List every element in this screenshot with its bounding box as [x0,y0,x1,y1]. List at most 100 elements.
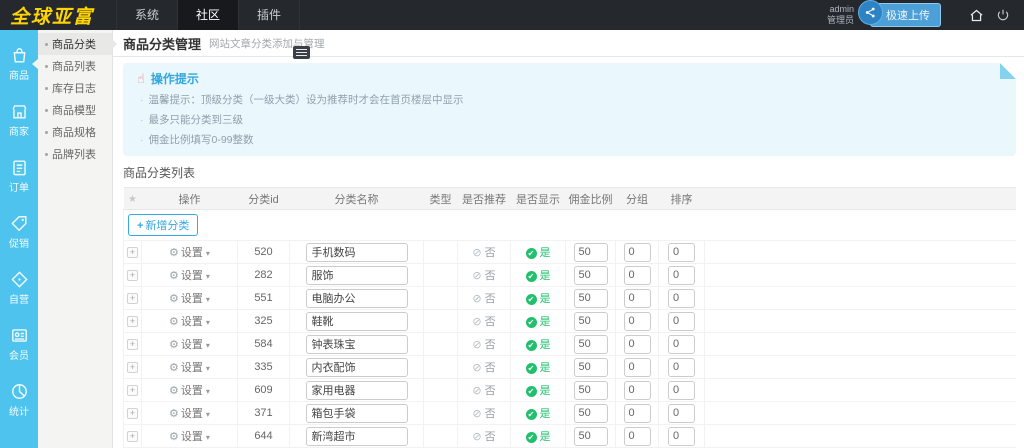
hand-icon: ☝ [137,70,145,86]
sort-input[interactable] [668,334,695,354]
category-name-input[interactable] [305,380,408,400]
settings-dropdown[interactable]: ⚙ 设置 ▾ [169,385,210,397]
commission-input[interactable] [573,426,608,446]
group-input[interactable] [623,357,651,377]
show-status[interactable]: ✔ 是 [510,309,566,333]
show-status[interactable]: ✔ 是 [510,424,566,448]
recommend-status[interactable]: ⊘ 否 [457,424,511,448]
group-input[interactable] [623,288,651,308]
sort-input[interactable] [668,288,695,308]
settings-dropdown[interactable]: ⚙ 设置 ▾ [169,293,210,305]
category-name-input[interactable] [305,242,408,262]
commission-input[interactable] [573,242,608,262]
recommend-status[interactable]: ⊘ 否 [457,286,511,310]
bullet: · [140,114,144,126]
expand-icon[interactable]: + [127,362,138,373]
sidebar-item-3[interactable]: 订单 [0,148,38,204]
recommend-status[interactable]: ⊘ 否 [457,332,511,356]
recommend-status[interactable]: ⊘ 否 [457,355,511,379]
expand-icon[interactable]: + [127,293,138,304]
sidebar-toggle-icon[interactable] [293,46,310,59]
sort-input[interactable] [668,426,695,446]
submenu-item-1[interactable]: 商品分类 [38,33,117,55]
settings-dropdown[interactable]: ⚙ 设置 ▾ [169,316,210,328]
column-header: 分组 [615,187,659,210]
page-header: 商品分类管理 网站文章分类添加与管理 [113,30,1024,57]
home-icon[interactable] [969,8,984,23]
sort-input[interactable] [668,380,695,400]
recommend-status[interactable]: ⊘ 否 [457,309,511,333]
user-info[interactable]: admin 管理员 [827,4,854,26]
show-status[interactable]: ✔ 是 [510,332,566,356]
expand-icon[interactable]: + [127,385,138,396]
recommend-status[interactable]: ⊘ 否 [457,240,511,264]
group-input[interactable] [623,403,651,423]
submenu-item-6[interactable]: 品牌列表 [38,143,112,165]
sidebar-item-5[interactable]: 自营 [0,260,38,316]
commission-input[interactable] [573,311,608,331]
submenu-item-5[interactable]: 商品规格 [38,121,112,143]
topmenu-item-2[interactable]: 社区 [177,0,239,30]
expand-icon[interactable]: + [127,247,138,258]
commission-input[interactable] [573,380,608,400]
group-input[interactable] [623,265,651,285]
submenu-item-2[interactable]: 商品列表 [38,55,112,77]
settings-dropdown[interactable]: ⚙ 设置 ▾ [169,339,210,351]
show-status[interactable]: ✔ 是 [510,378,566,402]
commission-input[interactable] [573,357,608,377]
sort-input[interactable] [668,242,695,262]
category-name-input[interactable] [305,288,408,308]
group-input[interactable] [623,334,651,354]
group-input[interactable] [623,426,651,446]
expand-icon[interactable]: + [127,316,138,327]
show-status[interactable]: ✔ 是 [510,263,566,287]
recommend-status[interactable]: ⊘ 否 [457,263,511,287]
group-input[interactable] [623,311,651,331]
category-name-input[interactable] [305,311,408,331]
category-name-input[interactable] [305,265,408,285]
sort-input[interactable] [668,357,695,377]
show-status[interactable]: ✔ 是 [510,240,566,264]
topmenu-item-3[interactable]: 插件 [238,0,301,30]
expand-icon[interactable]: + [127,339,138,350]
category-name-input[interactable] [305,357,408,377]
commission-input[interactable] [573,288,608,308]
settings-dropdown[interactable]: ⚙ 设置 ▾ [169,270,210,282]
gear-icon: ⚙ [169,247,179,259]
commission-input[interactable] [573,334,608,354]
category-name-input[interactable] [305,334,408,354]
expand-icon[interactable]: + [127,408,138,419]
expand-icon[interactable]: + [127,431,138,442]
sidebar-item-7[interactable]: 统计 [0,372,38,428]
quick-upload-button[interactable]: 极速上传 [858,0,941,27]
submenu-item-3[interactable]: 库存日志 [38,77,112,99]
group-input[interactable] [623,380,651,400]
submenu-item-4[interactable]: 商品模型 [38,99,112,121]
expand-icon[interactable]: + [127,270,138,281]
sidebar-item-1[interactable]: 商品 [0,36,38,92]
sort-input[interactable] [668,265,695,285]
power-icon[interactable] [996,8,1010,22]
recommend-status[interactable]: ⊘ 否 [457,401,511,425]
show-status[interactable]: ✔ 是 [510,286,566,310]
group-input[interactable] [623,242,651,262]
settings-dropdown[interactable]: ⚙ 设置 ▾ [169,408,210,420]
recommend-status[interactable]: ⊘ 否 [457,378,511,402]
add-category-button[interactable]: + 新增分类 [128,214,199,236]
category-name-input[interactable] [305,426,408,446]
category-name-input[interactable] [305,403,408,423]
sidebar-item-6[interactable]: 会员 [0,316,38,372]
sort-input[interactable] [668,311,695,331]
user-role: 管理员 [826,15,854,25]
commission-input[interactable] [573,265,608,285]
show-status[interactable]: ✔ 是 [510,355,566,379]
sidebar-item-2[interactable]: 商家 [0,92,38,148]
settings-dropdown[interactable]: ⚙ 设置 ▾ [169,247,210,259]
commission-input[interactable] [573,403,608,423]
sidebar-item-4[interactable]: 促销 [0,204,38,260]
settings-dropdown[interactable]: ⚙ 设置 ▾ [169,431,210,443]
settings-dropdown[interactable]: ⚙ 设置 ▾ [169,362,210,374]
sort-input[interactable] [668,403,695,423]
show-status[interactable]: ✔ 是 [510,401,566,425]
topmenu-item-1[interactable]: 系统 [116,0,177,30]
